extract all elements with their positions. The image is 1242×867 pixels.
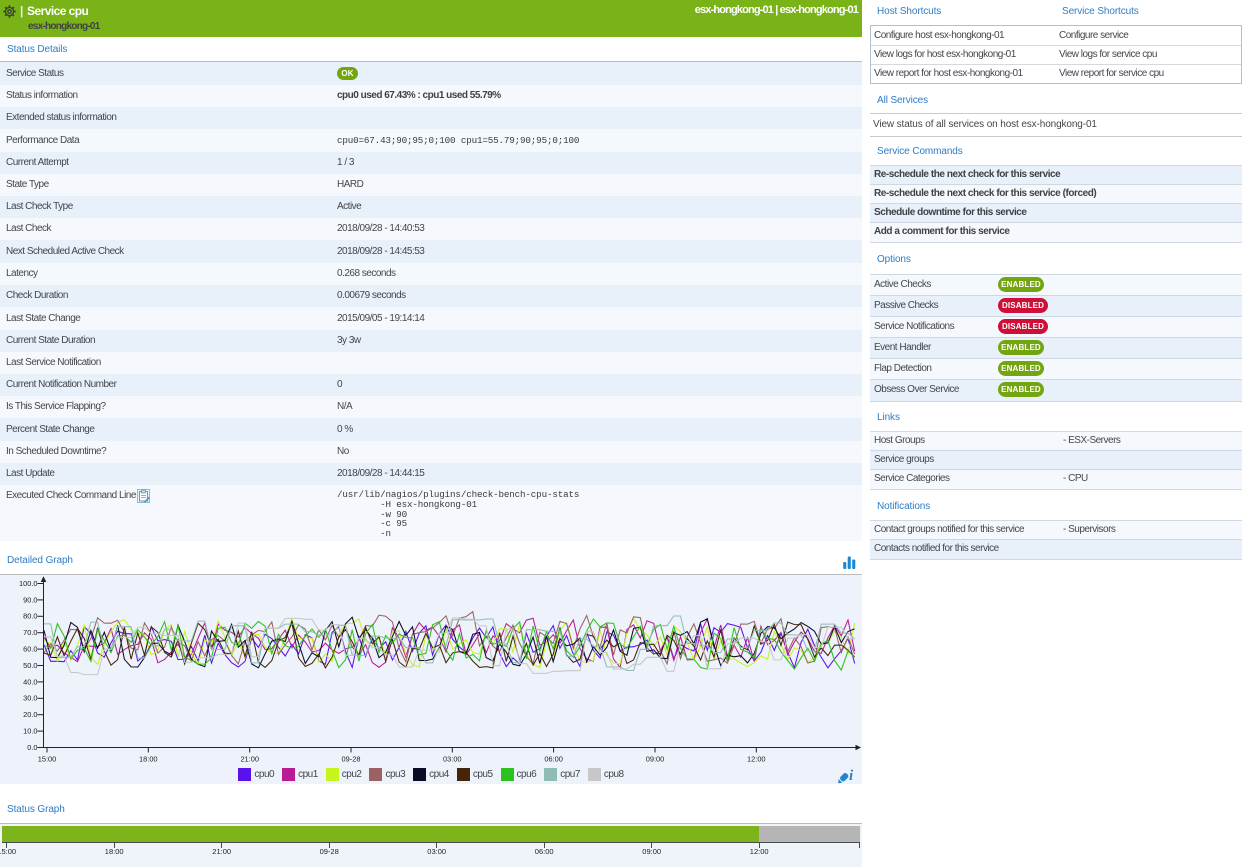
svg-text:70.0: 70.0 xyxy=(23,628,37,637)
svg-text:80.0: 80.0 xyxy=(23,612,37,621)
svg-text:0.0: 0.0 xyxy=(27,743,37,752)
svg-text:90.0: 90.0 xyxy=(23,595,37,604)
svg-text:15:00: 15:00 xyxy=(38,755,57,764)
svg-text:100.0: 100.0 xyxy=(19,579,38,588)
svg-text:60.0: 60.0 xyxy=(23,645,37,654)
svg-text:06:00: 06:00 xyxy=(544,755,563,764)
svg-text:30.0: 30.0 xyxy=(23,694,37,703)
svg-text:03:00: 03:00 xyxy=(443,755,462,764)
svg-text:12:00: 12:00 xyxy=(747,755,766,764)
svg-text:18:00: 18:00 xyxy=(139,755,158,764)
svg-text:10.0: 10.0 xyxy=(23,727,37,736)
svg-text:09-28: 09-28 xyxy=(342,755,361,764)
svg-text:09:00: 09:00 xyxy=(646,755,665,764)
svg-text:50.0: 50.0 xyxy=(23,661,37,670)
svg-text:20.0: 20.0 xyxy=(23,710,37,719)
svg-text:21:00: 21:00 xyxy=(240,755,259,764)
svg-text:40.0: 40.0 xyxy=(23,677,37,686)
